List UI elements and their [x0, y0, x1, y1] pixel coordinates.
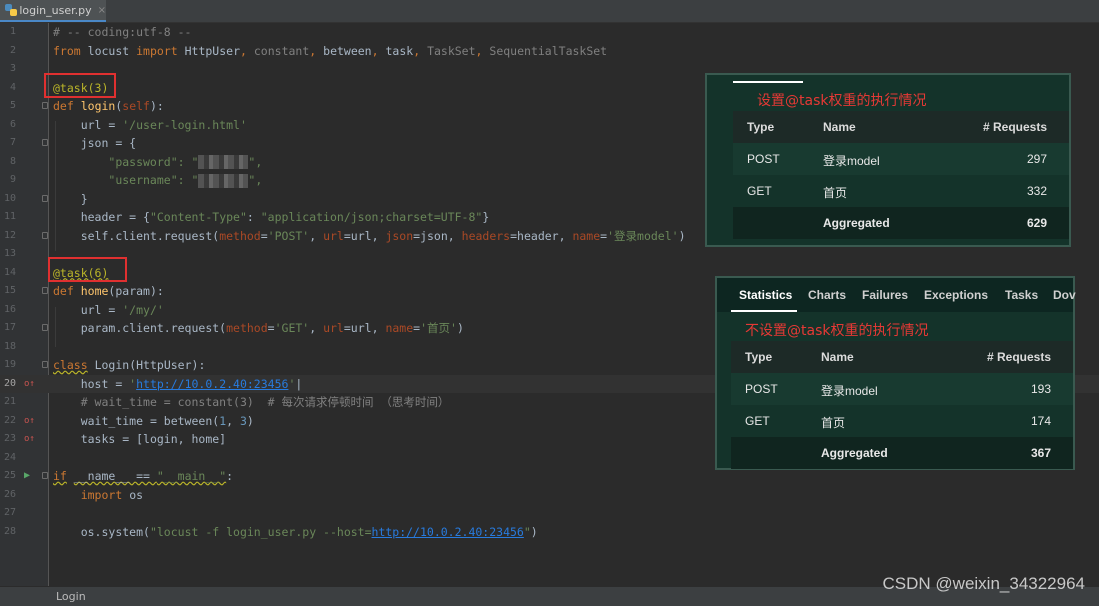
panel-title: 不设置@task权重的执行情况 — [745, 323, 929, 339]
highlight-box-task3 — [44, 73, 116, 98]
tab-charts[interactable]: Charts — [808, 288, 846, 302]
code-line: 2 from locust import HttpUser, constant, … — [9, 43, 608, 58]
host-link[interactable]: http://10.0.2.40:23456 — [136, 377, 288, 391]
editor-tab-bar: login_user.py × — [0, 0, 1099, 23]
highlight-box-task6 — [48, 257, 127, 282]
table-header: Type Name # Requests — [731, 341, 1073, 373]
code-line: 27 — [3, 507, 16, 518]
tab-exceptions[interactable]: Exceptions — [924, 288, 988, 302]
fold-marker[interactable] — [42, 472, 48, 479]
fold-marker[interactable] — [42, 102, 48, 109]
code-line: 26 import os — [3, 487, 144, 502]
stats-table: Type Name # Requests POST 登录model 193 GE… — [731, 341, 1073, 469]
stats-panel-unweighted: Statistics Charts Failures Exceptions Ta… — [715, 276, 1076, 470]
code-line: 28 os.system("locust -f login_user.py --… — [3, 524, 538, 539]
fold-marker[interactable] — [42, 324, 48, 331]
fold-marker[interactable] — [42, 231, 48, 239]
tab-underline — [733, 81, 803, 83]
override-icon[interactable]: o↑ — [24, 412, 35, 431]
locust-nav-tabs: Statistics Charts Failures Exceptions Ta… — [717, 278, 1076, 312]
table-row: POST 登录model 297 — [733, 143, 1069, 175]
table-row-aggregated: Aggregated 629 — [733, 207, 1069, 239]
override-icon[interactable]: o↑ — [24, 375, 35, 394]
redacted-username — [198, 173, 249, 188]
close-tab-icon[interactable]: × — [98, 5, 106, 16]
table-row-aggregated: Aggregated 367 — [731, 437, 1073, 469]
tab-statistics[interactable]: Statistics — [739, 288, 792, 302]
panel-title: 设置@task权重的执行情况 — [757, 93, 927, 109]
table-row: POST 登录model 193 — [731, 373, 1073, 405]
file-tab[interactable]: login_user.py × — [0, 0, 106, 22]
stats-table: Type Name # Requests POST 登录model 297 GE… — [733, 111, 1069, 239]
python-file-icon — [5, 4, 17, 16]
stats-panel-weighted: 设置@task权重的执行情况 Type Name # Requests POST… — [705, 73, 1071, 247]
table-row: GET 首页 332 — [747, 184, 1047, 200]
table-row: GET 首页 174 — [745, 414, 1051, 430]
active-tab-underline — [731, 310, 797, 312]
file-tab-label: login_user.py — [19, 3, 92, 17]
code-line: 1 # -- coding:utf-8 -- — [9, 25, 192, 39]
run-icon[interactable]: ▶ — [24, 467, 30, 486]
override-icon[interactable]: o↑ — [24, 430, 35, 449]
watermark: CSDN @weixin_34322964 — [882, 574, 1085, 593]
host-link[interactable]: http://10.0.2.40:23456 — [372, 525, 524, 539]
tab-tasks[interactable]: Tasks — [1005, 288, 1038, 302]
fold-marker[interactable] — [42, 287, 48, 294]
fold-marker[interactable] — [42, 194, 48, 202]
fold-marker[interactable] — [42, 361, 48, 368]
redacted-password — [198, 155, 249, 169]
tab-failures[interactable]: Failures — [862, 288, 908, 302]
fold-marker[interactable] — [42, 139, 48, 146]
table-header: Type Name # Requests — [733, 111, 1069, 143]
tab-download[interactable]: Dov — [1053, 288, 1076, 302]
code-line: 13 — [3, 248, 16, 259]
breadcrumb[interactable]: Login — [56, 590, 86, 603]
